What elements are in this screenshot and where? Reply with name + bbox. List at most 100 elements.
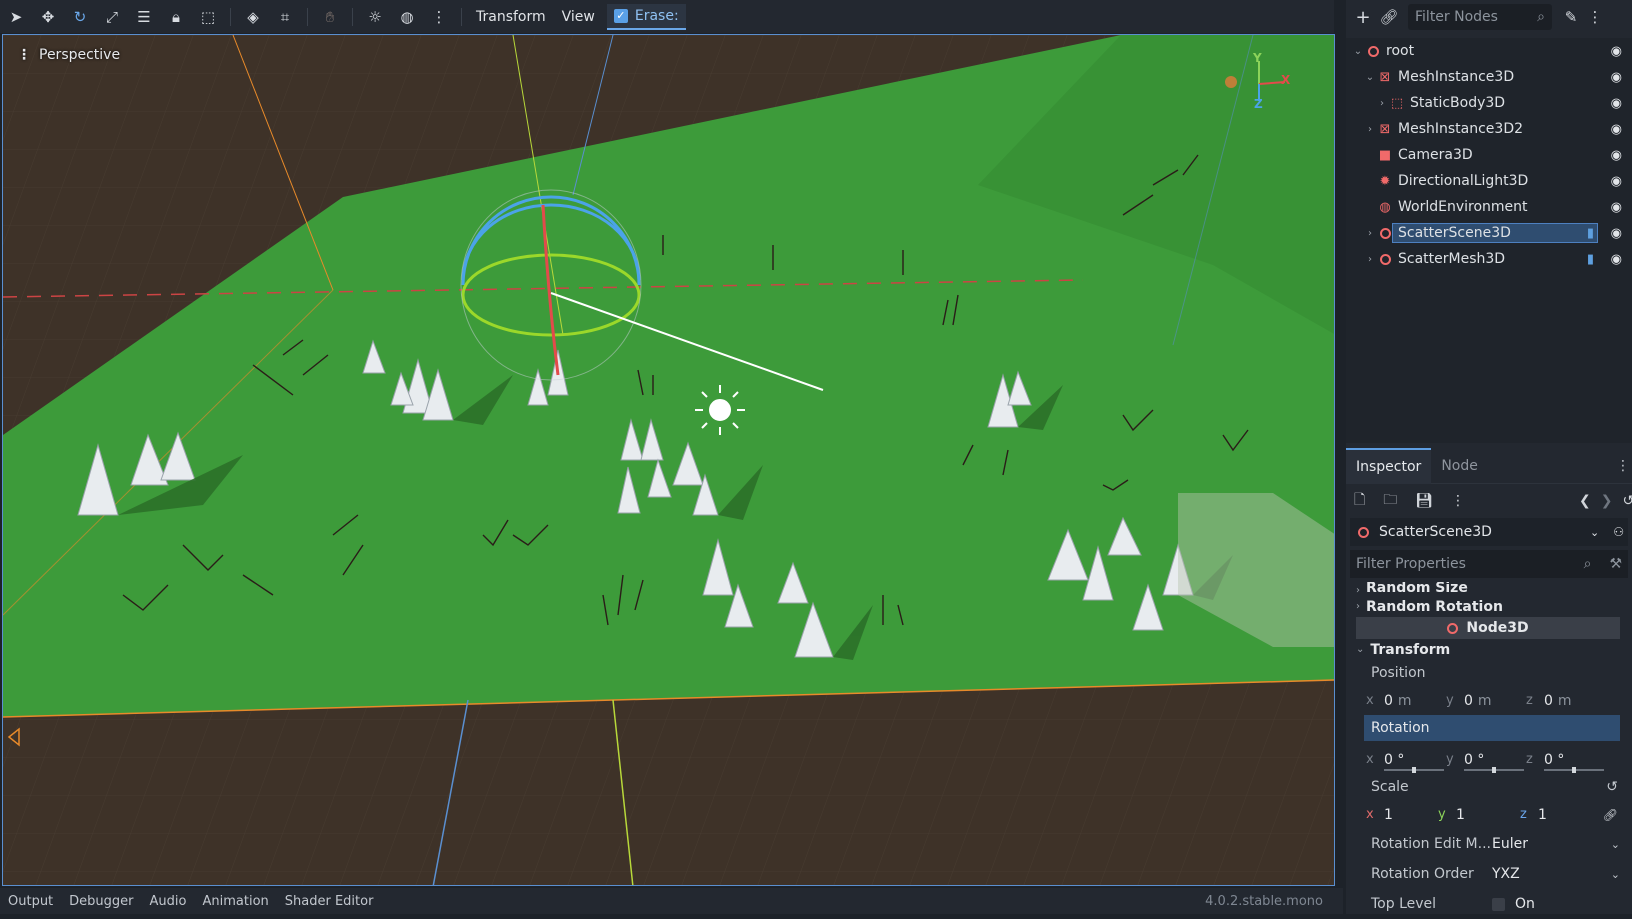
more-icon[interactable]: ⋮ (423, 2, 455, 32)
rotation-x-field[interactable]: x0 ° (1366, 748, 1446, 773)
scale-z-field[interactable]: z1 (1520, 803, 1592, 827)
history-icon[interactable]: ↺ (1623, 493, 1632, 509)
script-icon[interactable]: ✎ (1558, 2, 1584, 32)
visibility-eye-icon[interactable]: ◉ (1611, 44, 1622, 59)
tab-debugger[interactable]: Debugger (61, 894, 141, 909)
scene-tree-item[interactable]: ⌄ ⊠ MeshInstance3D ◉ (1346, 64, 1632, 90)
chevron-right-icon[interactable]: › (1376, 98, 1388, 109)
rotate-icon[interactable]: ↻ (64, 2, 96, 32)
position-x-field[interactable]: x0m (1366, 689, 1446, 713)
grid-snap-icon[interactable]: ◈ (237, 2, 269, 32)
rotation-order-row[interactable]: Rotation Order YXZ ⌄ (1346, 859, 1632, 889)
section-random-size[interactable]: › Random Size (1346, 582, 1632, 596)
tab-node[interactable]: Node (1431, 448, 1488, 484)
inspected-node-selector[interactable]: ScatterScene3D ⌄ ⚇ (1350, 518, 1628, 546)
rotation-order-label: Rotation Order (1371, 866, 1474, 882)
tools-icon[interactable]: ⚒︎ (1609, 556, 1622, 572)
position-y-field[interactable]: y0m (1446, 689, 1526, 713)
scene-tree-item[interactable]: ⌄ root ◉ (1346, 38, 1632, 64)
rotation-y-slider[interactable] (1464, 766, 1524, 773)
chevron-right-icon[interactable]: › (1364, 228, 1376, 239)
reset-icon[interactable]: ↺ (1606, 779, 1618, 795)
scene-tree-item[interactable]: › ScatterMesh3D ▮ ◉ (1346, 246, 1632, 272)
chevron-right-icon[interactable]: › (1364, 124, 1376, 135)
select-icon[interactable]: ➤ (0, 2, 32, 32)
add-node-icon[interactable]: + (1350, 2, 1376, 32)
doc-icon[interactable]: ⚇ (1613, 525, 1624, 539)
section-transform[interactable]: ⌄ Transform (1346, 639, 1632, 660)
checkbox-icon[interactable] (1492, 897, 1505, 911)
visibility-eye-icon[interactable]: ◉ (1611, 148, 1622, 163)
rotation-x-slider[interactable] (1384, 766, 1444, 773)
filter-properties-input[interactable]: Filter Properties ⌕ ⚒︎ (1350, 550, 1628, 578)
bottom-panel-tabs: Output Debugger Audio Animation Shader E… (0, 888, 1343, 914)
node3d-icon (1378, 226, 1392, 240)
section-random-rotation[interactable]: › Random Rotation (1346, 596, 1632, 617)
link-icon[interactable]: 🔗︎ (1376, 2, 1402, 32)
new-resource-icon[interactable]: 🗋︎ (1354, 489, 1365, 513)
move-icon[interactable]: ✥ (32, 2, 64, 32)
rotation-label[interactable]: Rotation (1364, 715, 1620, 741)
sun-icon[interactable]: ☼ (359, 2, 391, 32)
tab-shader-editor[interactable]: Shader Editor (277, 894, 382, 909)
scene-tree-item[interactable]: › ⬚ StaticBody3D ◉ (1346, 90, 1632, 116)
visibility-eye-icon[interactable]: ◉ (1611, 252, 1622, 267)
scene-tree-item[interactable]: ◍ WorldEnvironment ◉ (1346, 194, 1632, 220)
right-dock: + 🔗︎ Filter Nodes ⌕ ✎ ⋮ ⌄ root ◉ ⌄ ⊠ MeshInst… (1346, 0, 1632, 914)
rotation-y-field[interactable]: y0 ° (1446, 748, 1526, 773)
top-level-checkbox[interactable]: On (1492, 896, 1535, 912)
scene-tree-item[interactable]: ■ Camera3D ◉ (1346, 142, 1632, 168)
tab-output[interactable]: Output (0, 894, 61, 909)
checkbox-icon[interactable]: ✓ (613, 8, 628, 23)
local-space-icon[interactable]: ⌗ (269, 2, 301, 32)
menu-dots-icon[interactable]: ⋮ (17, 47, 31, 63)
back-icon[interactable]: ❮ (1579, 493, 1591, 509)
visibility-eye-icon[interactable]: ◉ (1611, 226, 1622, 241)
lock-icon[interactable]: 🔒︎ (160, 2, 192, 32)
more-icon[interactable]: ⋮ (1584, 2, 1606, 32)
more-icon[interactable]: ⋮ (1451, 493, 1465, 509)
visibility-eye-icon[interactable]: ◉ (1611, 174, 1622, 189)
tab-audio[interactable]: Audio (142, 894, 195, 909)
scale-y-field[interactable]: y1 (1438, 803, 1520, 827)
orientation-gizmo[interactable]: Y X Z (1219, 49, 1299, 129)
scene-tree-item[interactable]: ✹ DirectionalLight3D ◉ (1346, 168, 1632, 194)
rotation-z-slider[interactable] (1544, 766, 1604, 773)
rotation-edit-mode-label: Rotation Edit M... (1371, 836, 1491, 852)
tab-inspector[interactable]: Inspector (1346, 447, 1432, 484)
scale-icon[interactable]: ⤢ (96, 2, 128, 32)
visibility-eye-icon[interactable]: ◉ (1611, 96, 1622, 111)
rotation-edit-mode-row[interactable]: Rotation Edit M... Euler ⌄ (1346, 829, 1632, 859)
rotation-z-field[interactable]: z0 ° (1526, 748, 1606, 773)
perspective-menu[interactable]: ⋮ Perspective (17, 47, 120, 63)
visibility-eye-icon[interactable]: ◉ (1611, 200, 1622, 215)
chevron-right-icon[interactable]: › (1364, 254, 1376, 265)
group-icon[interactable]: ⬚ (192, 2, 224, 32)
scale-x-field[interactable]: x1 (1366, 803, 1438, 827)
tab-animation[interactable]: Animation (194, 894, 276, 909)
position-z-field[interactable]: z0m (1526, 689, 1606, 713)
chevron-down-icon[interactable]: ⌄ (1364, 72, 1376, 83)
erase-toggle[interactable]: ✓ Erase: (606, 3, 686, 30)
chevron-down-icon[interactable]: ⌄ (1352, 46, 1364, 57)
skeleton-icon[interactable]: ✋︎ (314, 2, 346, 32)
visibility-eye-icon[interactable]: ◉ (1611, 70, 1622, 85)
list-select-icon[interactable]: ☰ (128, 2, 160, 32)
visibility-eye-icon[interactable]: ◉ (1611, 122, 1622, 137)
erase-label: Erase: (634, 7, 679, 24)
open-folder-icon[interactable]: 🗀︎ (1383, 489, 1397, 513)
save-icon[interactable]: 💾︎ (1415, 493, 1433, 509)
view-menu[interactable]: View (554, 2, 603, 32)
forward-icon[interactable]: ❯ (1601, 493, 1613, 509)
script-icon[interactable]: ▮ (1587, 226, 1594, 241)
3d-viewport[interactable]: ⋮ Perspective Y X Z (2, 34, 1335, 886)
transform-menu[interactable]: Transform (468, 2, 554, 32)
filter-nodes-input[interactable]: Filter Nodes ⌕ (1408, 4, 1552, 30)
globe-icon[interactable]: ◍ (391, 2, 423, 32)
more-icon[interactable]: ⋮ (1616, 458, 1630, 474)
scene-tree-item[interactable]: › ⊠ MeshInstance3D2 ◉ (1346, 116, 1632, 142)
scene-tree-item[interactable]: › ScatterScene3D ▮ ◉ (1346, 220, 1632, 246)
gizmo-z-label: Z (1254, 97, 1263, 111)
link-icon[interactable]: 🔗︎ (1603, 808, 1618, 822)
script-icon[interactable]: ▮ (1587, 252, 1594, 267)
